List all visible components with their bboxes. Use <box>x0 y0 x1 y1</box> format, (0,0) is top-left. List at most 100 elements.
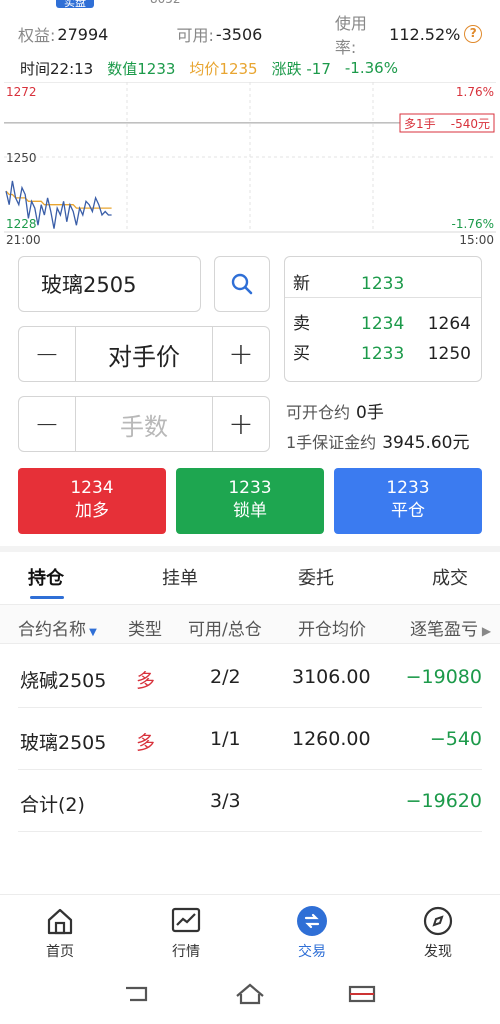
recents-icon[interactable] <box>348 982 376 1006</box>
quote-value: 数值1233 <box>107 59 176 78</box>
row-qty: 1/1 <box>210 728 241 750</box>
chart-high-label: 1272 <box>6 85 37 99</box>
can-open-info: 可开仓约 0手 <box>286 398 384 423</box>
order-book: 新 1233 卖 1234 1264 买 1233 1250 <box>284 256 482 382</box>
equity-value: 27994 <box>57 24 109 44</box>
margin-label: 1手保证金约 <box>286 433 377 452</box>
position-tag[interactable]: 多1手 -540元 <box>399 113 495 133</box>
lock-price: 1233 <box>228 478 272 498</box>
chart-high-pct: 1.76% <box>456 85 494 99</box>
question-circle-icon[interactable]: ? <box>464 25 483 43</box>
nav-discover-label: 发现 <box>424 944 452 960</box>
account-summary: 权益: 27994 可用: -3506 使用率: 112.52% ? <box>0 14 500 57</box>
row-open-price: 3106.00 <box>292 666 371 688</box>
tab-trades[interactable]: 成交 <box>432 564 468 590</box>
nav-home[interactable]: 首页 <box>20 905 100 961</box>
position-tabs: 持仓 挂单 委托 成交 <box>0 556 500 599</box>
chart-start-time: 21:00 <box>6 233 41 247</box>
margin-value: 3945.60元 <box>382 433 470 453</box>
nav-market[interactable]: 行情 <box>146 905 226 961</box>
table-row[interactable]: 玻璃2505 多 1/1 1260.00 −540 <box>18 708 482 770</box>
col-pnl[interactable]: 逐笔盈亏 ▶ <box>410 615 491 640</box>
search-icon <box>231 273 253 295</box>
section-divider <box>0 546 500 552</box>
row-contract: 烧碱2505 <box>20 670 107 692</box>
price-plus-button[interactable]: + <box>213 327 269 381</box>
book-bid-qty: 1250 <box>427 344 471 364</box>
book-ask-row: 卖 1234 1264 <box>285 311 481 337</box>
price-stepper: − 对手价 + <box>18 326 270 382</box>
chart-icon <box>171 907 201 933</box>
account-number-cut: 8052 <box>150 0 181 6</box>
add-long-label: 加多 <box>75 501 109 521</box>
available-label: 可用: <box>176 26 214 45</box>
close-price: 1233 <box>386 478 430 498</box>
lock-button[interactable]: 1233 锁单 <box>176 468 324 534</box>
tab-positions[interactable]: 持仓 <box>28 564 64 590</box>
row-open-price: 1260.00 <box>292 728 371 750</box>
position-tag-label: 多1手 <box>404 117 436 131</box>
tab-pending[interactable]: 挂单 <box>162 564 198 590</box>
book-divider <box>285 297 481 298</box>
bottom-nav: 首页 行情 交易 发现 <box>0 894 500 966</box>
col-type: 类型 <box>128 620 162 640</box>
nav-trade[interactable]: 交易 <box>272 905 352 961</box>
book-bid-price[interactable]: 1233 <box>361 341 404 367</box>
quote-change-pct: -1.36% <box>344 59 398 77</box>
trade-icon <box>297 906 327 936</box>
total-pnl: −19620 <box>405 790 482 812</box>
search-button[interactable] <box>214 256 270 312</box>
row-pnl: −19080 <box>405 666 482 688</box>
table-header: 合约名称 ▼ 类型 可用/总仓 开仓均价 逐笔盈亏 ▶ <box>0 604 500 644</box>
quantity-input[interactable]: 手数 <box>75 397 213 451</box>
nav-discover[interactable]: 发现 <box>398 905 478 961</box>
sort-down-icon: ▼ <box>86 627 97 638</box>
chart-low-pct: -1.76% <box>452 217 494 231</box>
symbol-field[interactable]: 玻璃2505 <box>18 256 201 312</box>
price-minus-button[interactable]: − <box>19 327 75 381</box>
lock-label: 锁单 <box>233 501 267 521</box>
qty-plus-button[interactable]: + <box>213 397 269 451</box>
total-qty: 3/3 <box>210 790 241 812</box>
book-ask-label: 卖 <box>293 314 310 334</box>
book-ask-price[interactable]: 1234 <box>361 311 404 337</box>
home-system-icon[interactable] <box>234 982 266 1006</box>
available-value: -3506 <box>215 24 263 44</box>
book-last-price[interactable]: 1233 <box>361 271 404 297</box>
row-type: 多 <box>136 670 156 692</box>
qty-minus-button[interactable]: − <box>19 397 75 451</box>
book-bid-row: 买 1233 1250 <box>285 341 481 367</box>
price-mode-selector[interactable]: 对手价 <box>75 327 213 381</box>
book-last-row: 新 1233 <box>285 271 481 297</box>
add-long-button[interactable]: 1234 加多 <box>18 468 166 534</box>
account-type-badge[interactable]: 实盘 <box>56 0 94 8</box>
system-nav-bar <box>0 968 500 1024</box>
can-open-label: 可开仓约 <box>286 403 351 422</box>
row-qty: 2/2 <box>210 666 241 688</box>
add-long-price: 1234 <box>70 478 114 498</box>
tab-orders[interactable]: 委托 <box>298 564 334 590</box>
close-position-button[interactable]: 1233 平仓 <box>334 468 482 534</box>
chart-end-time: 15:00 <box>459 233 494 247</box>
nav-trade-label: 交易 <box>298 944 326 960</box>
scroll-right-icon: ▶ <box>478 624 492 638</box>
nav-home-label: 首页 <box>46 944 74 960</box>
table-row[interactable]: 烧碱2505 多 2/2 3106.00 −19080 <box>18 646 482 708</box>
row-contract: 玻璃2505 <box>20 732 107 754</box>
book-last-label: 新 <box>293 274 310 294</box>
usage-value: 112.52% <box>389 24 461 44</box>
back-icon[interactable] <box>124 982 152 1006</box>
can-open-value: 0手 <box>356 403 384 423</box>
col-contract[interactable]: 合约名称 ▼ <box>18 615 97 640</box>
row-type: 多 <box>136 732 156 754</box>
quote-change: 涨跌 -17 <box>271 59 331 78</box>
equity-label: 权益: <box>18 26 56 45</box>
quote-line: 时间22:13 数值1233 均价1235 涨跌 -17 -1.36% <box>0 56 500 80</box>
chart-low-label: 1228 <box>6 217 37 231</box>
usage-label: 使用率: <box>334 14 367 57</box>
quantity-stepper: − 手数 + <box>18 396 270 452</box>
table-total-row: 合计(2) 3/3 −19620 <box>18 770 482 832</box>
intraday-chart[interactable]: 1272 1250 1228 1.76% -1.76% 21:00 15:00 … <box>4 82 496 248</box>
col-open-price: 开仓均价 <box>298 620 366 640</box>
book-ask-qty: 1264 <box>427 314 471 334</box>
